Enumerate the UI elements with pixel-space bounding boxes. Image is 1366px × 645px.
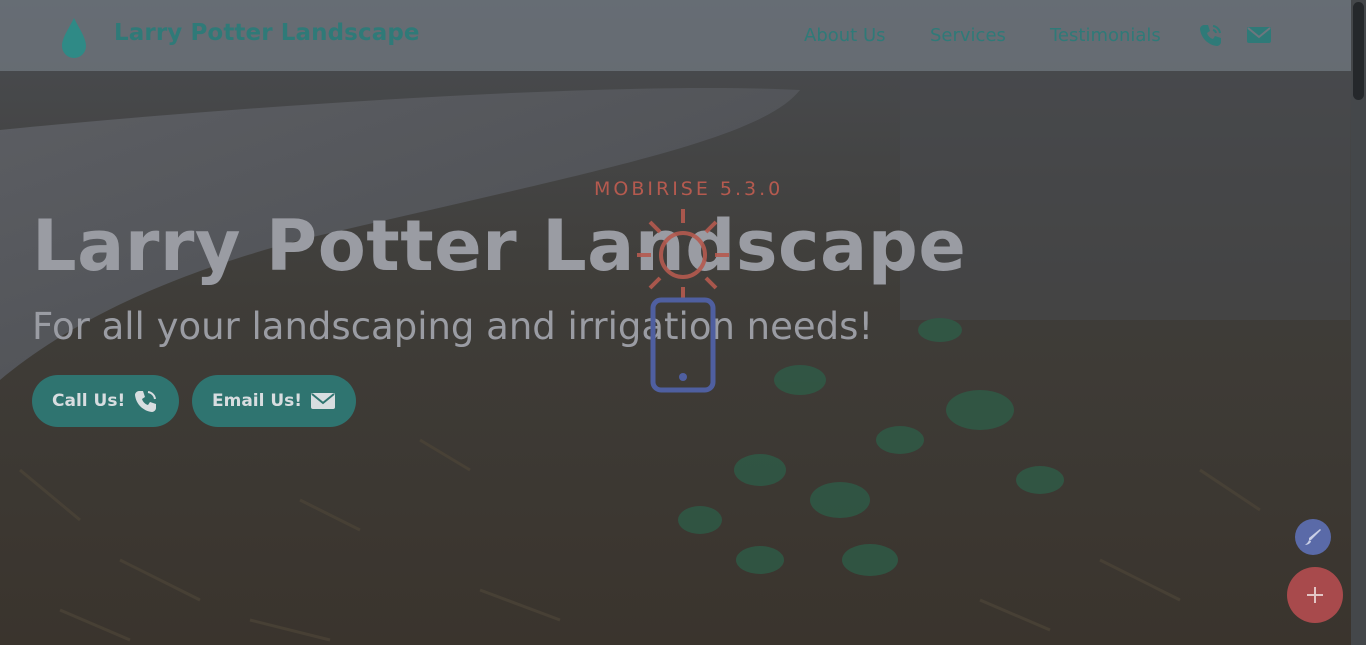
email-us-button[interactable]: Email Us!: [192, 375, 357, 427]
brand-name[interactable]: Larry Potter Landscape: [114, 20, 420, 46]
call-us-button[interactable]: Call Us!: [32, 375, 180, 427]
add-floating-button[interactable]: [1287, 567, 1343, 623]
brush-icon: [1305, 529, 1321, 545]
top-navbar: Larry Potter Landscape About Us Services…: [0, 0, 1351, 71]
water-drop-logo-icon[interactable]: [60, 16, 88, 58]
nav-link-about-us[interactable]: About Us: [804, 25, 886, 46]
page-scrollbar[interactable]: [1351, 0, 1366, 645]
nav-link-testimonials[interactable]: Testimonials: [1050, 25, 1161, 46]
nav-link-services[interactable]: Services: [930, 25, 1006, 46]
hero-subtitle: For all your landscaping and irrigation …: [32, 305, 874, 348]
edit-floating-button[interactable]: [1295, 519, 1331, 555]
mail-icon[interactable]: [1246, 22, 1272, 48]
call-us-label: Call Us!: [52, 391, 126, 411]
phone-icon[interactable]: [1198, 22, 1224, 48]
plus-icon: [1307, 587, 1323, 603]
mobirise-badge: MOBIRISE 5.3.0: [594, 178, 784, 200]
scrollbar-thumb[interactable]: [1353, 2, 1364, 100]
hero-title: Larry Potter Landscape: [32, 205, 967, 287]
mail-icon: [311, 393, 336, 409]
phone-icon: [135, 391, 157, 412]
email-us-label: Email Us!: [212, 391, 303, 411]
